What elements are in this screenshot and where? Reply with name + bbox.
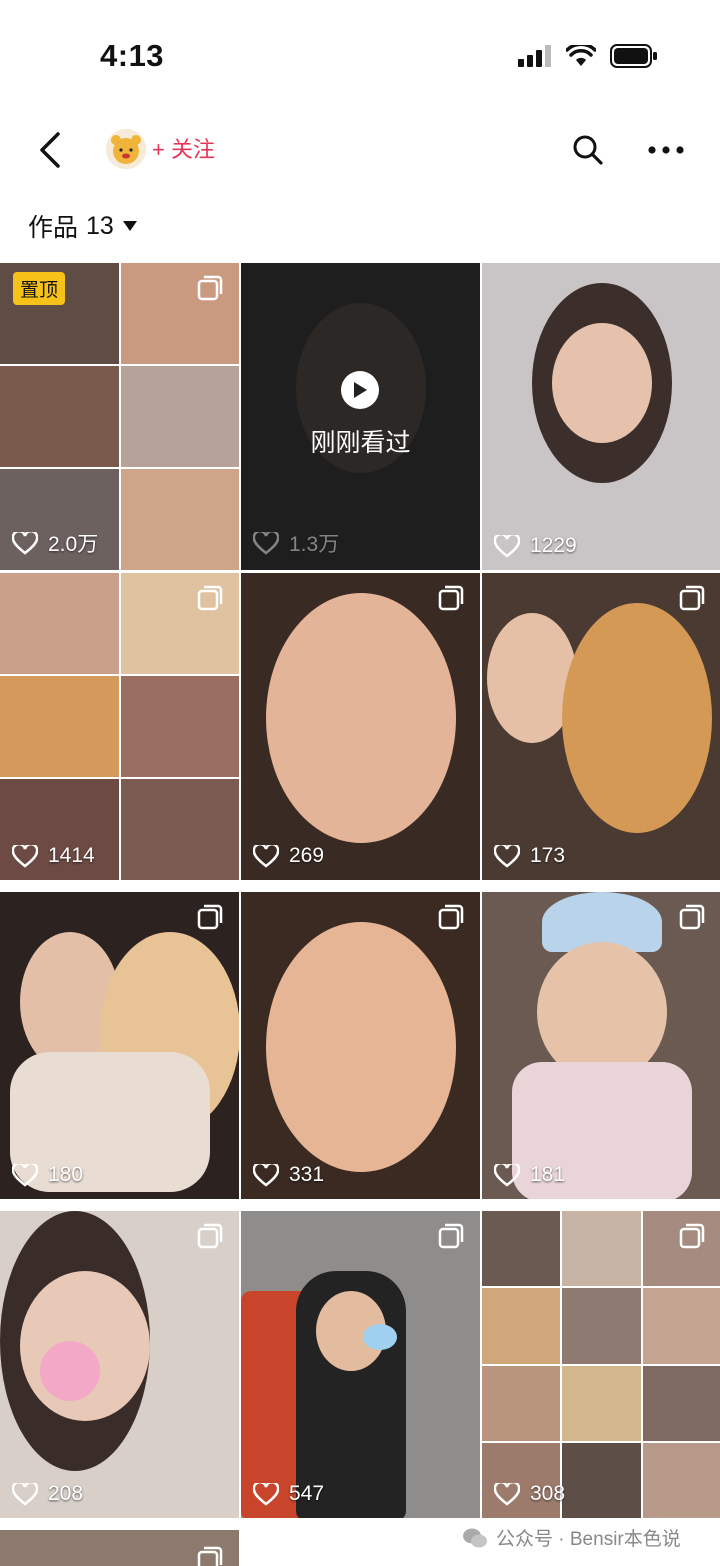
like-count: 308 [494, 1482, 565, 1506]
video-tile[interactable] [0, 1530, 239, 1566]
like-count: 1414 [12, 844, 95, 868]
multi-image-icon [679, 904, 705, 930]
video-tile[interactable]: 308 [482, 1211, 720, 1518]
video-tile[interactable]: 173 [482, 573, 720, 880]
photo-thumbnail [552, 323, 652, 443]
video-tile[interactable]: 1414 [0, 573, 239, 880]
heart-icon [494, 1163, 520, 1187]
heart-icon [494, 534, 520, 558]
follow-button[interactable]: + 关注 [152, 132, 215, 164]
play-icon [354, 382, 367, 398]
heart-icon [12, 1163, 38, 1187]
multi-image-icon [197, 1546, 223, 1566]
follow-label: + 关注 [152, 137, 215, 162]
multi-image-icon [438, 585, 464, 611]
like-count-value: 181 [530, 1163, 566, 1186]
photo-thumbnail [266, 593, 456, 843]
heart-icon [494, 1482, 520, 1506]
like-count-value: 173 [530, 844, 566, 867]
watched-overlay [241, 263, 480, 570]
photo-collage [0, 263, 239, 570]
like-count: 2.0万 [12, 528, 98, 558]
avatar[interactable] [106, 129, 146, 169]
video-tile[interactable]: 180 [0, 892, 239, 1199]
heart-icon [12, 844, 38, 868]
search-button[interactable] [566, 128, 610, 172]
like-count-value: 331 [289, 1163, 325, 1186]
multi-image-icon [197, 585, 223, 611]
video-tile[interactable]: 269 [241, 573, 480, 880]
like-count: 547 [253, 1482, 324, 1506]
works-filter[interactable]: 作品 13 [28, 208, 138, 244]
like-count-value: 2.0万 [48, 533, 99, 556]
like-count: 269 [253, 844, 324, 868]
photo-collage [0, 573, 239, 880]
heart-icon [253, 1482, 279, 1506]
back-button[interactable] [28, 128, 72, 172]
video-tile[interactable]: 547 [241, 1211, 480, 1518]
video-tile[interactable]: 1229 [482, 263, 720, 570]
works-count: 13 [86, 211, 114, 240]
status-bar: 4:13 [0, 0, 720, 110]
heart-icon [494, 844, 520, 868]
nav-bar: + 关注 [0, 112, 720, 192]
status-icons [518, 44, 658, 68]
chevron-left-icon [40, 132, 60, 168]
video-tile[interactable]: 331 [241, 892, 480, 1199]
like-count-value: 547 [289, 1482, 325, 1505]
caret-down-icon [122, 221, 137, 231]
like-count: 180 [12, 1163, 83, 1187]
watched-label: 刚刚看过 [310, 429, 411, 457]
watermark: 公众号 · Bensir本色说 [456, 1522, 687, 1553]
photo-thumbnail [537, 942, 667, 1082]
heart-icon [253, 844, 279, 868]
like-count: 331 [253, 1163, 324, 1187]
like-count-value: 269 [289, 844, 325, 867]
like-count-value: 180 [48, 1163, 84, 1186]
like-count-value: 1.3万 [289, 533, 340, 556]
multi-image-icon [197, 904, 223, 930]
photo-collage [482, 1211, 720, 1518]
video-tile[interactable]: 208 [0, 1211, 239, 1518]
wechat-icon [463, 1528, 487, 1547]
more-button[interactable] [642, 128, 690, 172]
photo-thumbnail [562, 603, 712, 833]
play-button[interactable] [341, 371, 379, 409]
video-tile[interactable]: 刚刚看过 1.3万 [241, 263, 480, 570]
multi-image-icon [197, 275, 223, 301]
pinned-badge: 置顶 [13, 272, 66, 305]
like-count-value: 1414 [48, 844, 95, 867]
works-label: 作品 [28, 214, 79, 242]
like-count: 1229 [494, 534, 577, 558]
like-count-value: 208 [48, 1482, 84, 1505]
like-count: 1.3万 [253, 528, 339, 558]
photo-thumbnail [266, 922, 456, 1172]
video-tile[interactable]: 置顶 2.0万 [0, 263, 239, 570]
flower-sticker [40, 1341, 100, 1401]
watermark-text: 公众号 · Bensir本色说 [496, 1529, 681, 1550]
like-count: 173 [494, 844, 565, 868]
multi-image-icon [679, 585, 705, 611]
multi-image-icon [438, 904, 464, 930]
wifi-icon [566, 45, 596, 66]
like-count-value: 308 [530, 1482, 566, 1505]
heart-icon [253, 1163, 279, 1187]
like-count: 208 [12, 1482, 83, 1506]
video-tile[interactable]: 181 [482, 892, 720, 1199]
like-count-value: 1229 [530, 534, 577, 557]
signal-icon [518, 45, 551, 67]
heart-icon [12, 531, 38, 555]
status-time: 4:13 [100, 38, 165, 73]
bear-avatar-icon [106, 129, 146, 169]
heart-icon [12, 1482, 38, 1506]
cloud-sticker [363, 1324, 397, 1350]
like-count: 181 [494, 1163, 565, 1187]
multi-image-icon [679, 1223, 705, 1249]
more-dots-icon [648, 146, 684, 154]
heart-icon [253, 531, 279, 555]
multi-image-icon [197, 1223, 223, 1249]
multi-image-icon [438, 1223, 464, 1249]
search-icon [573, 135, 603, 165]
battery-icon [610, 44, 657, 68]
